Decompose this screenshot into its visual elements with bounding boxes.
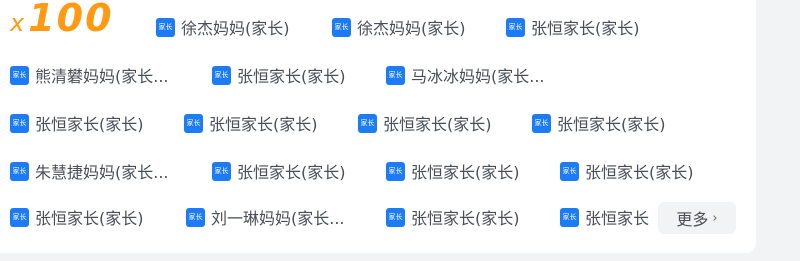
supporter-item[interactable]: 家长 张恒家长(家长) bbox=[386, 160, 556, 182]
parent-badge-icon: 家长 bbox=[184, 113, 203, 133]
supporter-name: 徐杰妈妈(家长) bbox=[357, 19, 466, 38]
supporter-name: 张恒家长(家长) bbox=[383, 115, 492, 134]
parent-badge-icon: 家长 bbox=[560, 161, 579, 181]
supporter-item[interactable]: 家长 张恒家长(家长) bbox=[212, 64, 382, 86]
supporter-item[interactable]: 家长 张恒家长(家长) bbox=[212, 160, 382, 182]
parent-badge-icon: 家长 bbox=[532, 113, 551, 133]
parent-badge-icon: 家长 bbox=[156, 17, 175, 37]
supporter-item[interactable]: 家长 张恒家长(家长) bbox=[532, 112, 702, 134]
supporter-name: 徐杰妈妈(家长) bbox=[181, 19, 290, 38]
parent-badge-icon: 家长 bbox=[332, 17, 351, 37]
reward-count: x 100 bbox=[10, 0, 114, 40]
supporter-card: x 100 家长 徐杰妈妈(家长) 家长 徐杰妈妈(家长) 家长 张恒家长(家长)… bbox=[0, 0, 756, 253]
supporter-name: 张恒家长(家长) bbox=[237, 163, 346, 182]
supporter-item[interactable]: 家长 张恒家长(家长) bbox=[358, 112, 528, 134]
more-button[interactable]: 更多 › bbox=[658, 202, 736, 234]
parent-badge-icon: 家长 bbox=[386, 207, 405, 227]
supporter-item[interactable]: 家长 朱慧捷妈妈(家长... bbox=[10, 160, 200, 182]
supporter-name: 张恒家长(家长) bbox=[411, 163, 520, 182]
supporter-name: 张恒家长(家长) bbox=[209, 115, 318, 134]
chevron-right-icon: › bbox=[712, 210, 718, 226]
parent-badge-icon: 家长 bbox=[10, 113, 29, 133]
supporter-name: 张恒家长(家长) bbox=[35, 115, 144, 134]
parent-badge-icon: 家长 bbox=[10, 161, 29, 181]
supporter-name: 张恒家长 bbox=[585, 209, 650, 228]
more-button-label: 更多 bbox=[676, 210, 709, 229]
supporter-name: 张恒家长(家长) bbox=[585, 163, 694, 182]
supporter-item[interactable]: 家长 张恒家长(家长) bbox=[10, 206, 180, 228]
supporter-name: 熊清礬妈妈(家长... bbox=[35, 67, 169, 86]
supporter-item[interactable]: 家长 张恒家长(家长) bbox=[386, 206, 556, 228]
supporter-item[interactable]: 家长 张恒家长(家长) bbox=[10, 112, 180, 134]
supporter-item[interactable]: 家长 马冰冰妈妈(家长... bbox=[386, 64, 586, 86]
parent-badge-icon: 家长 bbox=[386, 65, 405, 85]
multiplier-symbol: x bbox=[10, 9, 25, 37]
supporter-item[interactable]: 家长 张恒家长(家长) bbox=[560, 160, 730, 182]
supporter-item[interactable]: 家长 张恒家长 bbox=[560, 206, 660, 228]
supporter-name: 张恒家长(家长) bbox=[35, 209, 144, 228]
parent-badge-icon: 家长 bbox=[506, 17, 525, 37]
supporter-item[interactable]: 家长 刘一琳妈妈(家长... bbox=[186, 206, 376, 228]
supporter-name: 张恒家长(家长) bbox=[557, 115, 666, 134]
reward-count-value: 100 bbox=[28, 0, 114, 40]
parent-badge-icon: 家长 bbox=[358, 113, 377, 133]
supporter-item[interactable]: 家长 徐杰妈妈(家长) bbox=[156, 16, 326, 38]
supporter-item[interactable]: 家长 熊清礬妈妈(家长... bbox=[10, 64, 200, 86]
parent-badge-icon: 家长 bbox=[10, 65, 29, 85]
parent-badge-icon: 家长 bbox=[212, 161, 231, 181]
supporter-name: 刘一琳妈妈(家长... bbox=[211, 209, 345, 228]
supporter-item[interactable]: 家长 徐杰妈妈(家长) bbox=[332, 16, 502, 38]
supporter-name: 朱慧捷妈妈(家长... bbox=[35, 163, 169, 182]
supporter-item[interactable]: 家长 张恒家长(家长) bbox=[506, 16, 676, 38]
supporter-name: 马冰冰妈妈(家长... bbox=[411, 67, 545, 86]
parent-badge-icon: 家长 bbox=[186, 207, 205, 227]
parent-badge-icon: 家长 bbox=[212, 65, 231, 85]
supporter-name: 张恒家长(家长) bbox=[411, 209, 520, 228]
parent-badge-icon: 家长 bbox=[386, 161, 405, 181]
supporter-item[interactable]: 家长 张恒家长(家长) bbox=[184, 112, 354, 134]
parent-badge-icon: 家长 bbox=[10, 207, 29, 227]
supporter-name: 张恒家长(家长) bbox=[531, 19, 640, 38]
supporter-name: 张恒家长(家长) bbox=[237, 67, 346, 86]
parent-badge-icon: 家长 bbox=[560, 207, 579, 227]
